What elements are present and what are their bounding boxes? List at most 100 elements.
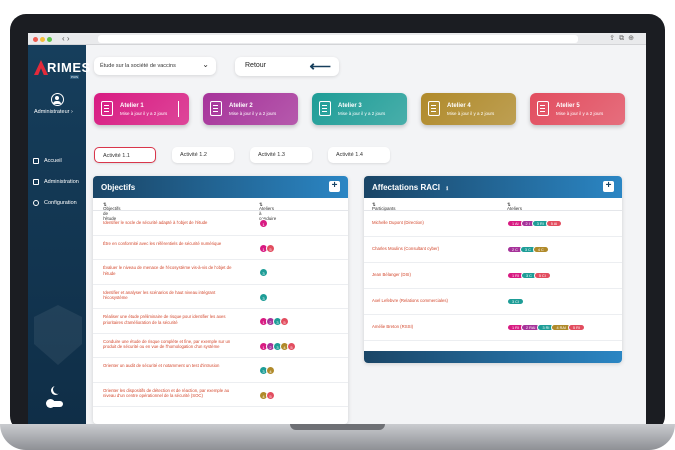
minimize-dot[interactable]	[40, 37, 45, 42]
add-objectif-button[interactable]: +	[329, 181, 340, 192]
back-button-label: Retour	[245, 62, 267, 69]
table-row[interactable]: Être en conformité avec les référentiels…	[93, 236, 348, 260]
sidebar-item-label: Administration	[44, 179, 79, 185]
browser-nav-arrows[interactable]: ‹ ›	[62, 34, 70, 43]
objectifs-column-header: Objectifs de l'étude ⇅ Ateliers à condui…	[93, 198, 348, 221]
atelier-updated: Mise à jour il y a 2 jours	[229, 111, 277, 116]
shield-watermark-icon	[34, 305, 82, 365]
atelier-tag: 1	[259, 219, 268, 228]
logo-mark-icon	[34, 60, 48, 75]
atelier-tags: 15	[259, 243, 275, 253]
objectifs-panel: Objectifs + Objectifs de l'étude ⇅ Ateli…	[93, 176, 348, 424]
atelier-title: Atelier 1	[120, 103, 144, 109]
atelier-card-5[interactable]: Atelier 5 Mise à jour il y a 2 jours	[530, 93, 625, 125]
col-objectifs-etude[interactable]: Objectifs de l'étude ⇅	[103, 202, 121, 221]
participant-name: Jean Bélanger (DSI)	[372, 272, 411, 277]
url-bar[interactable]	[98, 35, 578, 43]
objectifs-title: Objectifs	[101, 183, 136, 192]
raci-column-header: Participants ⇅ Ateliers ⇅	[364, 198, 622, 211]
brand-sub: PUIS	[70, 75, 80, 79]
sidebar-item-label: Configuration	[44, 200, 77, 206]
app-screen: ‹ › ⇪⧉⊕ RIMES PUIS Administrateur › Accu…	[28, 33, 646, 424]
raci-tags: 1 RI 3 C5 CI	[507, 272, 551, 279]
table-row[interactable]: Identifier le socle de sécurité adapté à…	[93, 211, 348, 236]
atelier-card-2[interactable]: Atelier 2 Mise à jour il y a 2 jours	[203, 93, 298, 125]
col-ateliers[interactable]: Ateliers ⇅	[507, 202, 522, 211]
atelier-updated: Mise à jour il y a 2 jours	[338, 111, 386, 116]
atelier-title: Atelier 5	[556, 103, 580, 109]
clipboard-icon	[428, 101, 440, 116]
admin-icon	[33, 179, 39, 185]
user-role-menu[interactable]: Administrateur ›	[34, 109, 73, 115]
tab-activite-1-1[interactable]: Activité 1.1	[94, 147, 156, 163]
theme-toggle[interactable]	[46, 399, 63, 408]
clipboard-icon	[319, 101, 331, 116]
brand-logo[interactable]: RIMES PUIS	[34, 59, 90, 79]
raci-header: Affectations RACI ℹ +	[364, 176, 622, 198]
atelier-tags: 1235	[259, 317, 289, 326]
clipboard-icon	[537, 101, 549, 116]
brand-name: RIMES	[47, 60, 91, 75]
raci-title: Affectations RACI	[372, 183, 441, 192]
info-icon[interactable]: ℹ	[446, 186, 448, 192]
table-row[interactable]: Axel Lefebvre (Relations commerciales) 3 …	[364, 289, 622, 315]
participant-name: Michelle Dupont (Direction)	[372, 220, 424, 225]
sidebar-item-configuration[interactable]: Configuration	[33, 200, 77, 206]
sidebar: RIMES PUIS Administrateur › Accueil Admi…	[28, 45, 90, 424]
tab-activite-1-2[interactable]: Activité 1.2	[172, 147, 234, 163]
study-select-value: Étude sur la société de vaccins	[100, 63, 176, 69]
tab-activite-1-3[interactable]: Activité 1.3	[250, 147, 312, 163]
objectif-text: Orienter un audit de sécurité et notamme…	[103, 363, 220, 368]
maximize-dot[interactable]	[47, 37, 52, 42]
study-select[interactable]: Étude sur la société de vaccins ⌄	[94, 57, 216, 75]
table-row[interactable]: Conduire une étude de risque complète et…	[93, 334, 348, 358]
user-avatar-icon[interactable]	[51, 93, 64, 106]
objectif-text: Évaluer le niveau de menace de l'écosyst…	[103, 265, 232, 276]
table-row[interactable]: Évaluer le niveau de menace de l'écosyst…	[93, 260, 348, 285]
atelier-tags: 45	[259, 390, 275, 400]
atelier-tag: 5	[280, 317, 289, 326]
close-dot[interactable]	[33, 37, 38, 42]
sidebar-item-accueil[interactable]: Accueil	[33, 158, 62, 164]
table-row[interactable]: Identifier et analyser les scénarios de …	[93, 285, 348, 309]
table-row[interactable]: Réaliser une étude préliminaire de risqu…	[93, 309, 348, 334]
table-row[interactable]: Orienter les dispositifs de détection et…	[93, 383, 348, 407]
col-participants[interactable]: Participants ⇅	[372, 202, 396, 211]
raci-tags: 1 AI 2 I3 RI 5 AI	[507, 220, 563, 227]
table-row[interactable]: Charles Moulins (Consultant cyber) 2 C3 C…	[364, 237, 622, 263]
laptop-frame: ‹ › ⇪⧉⊕ RIMES PUIS Administrateur › Accu…	[0, 0, 675, 450]
browser-actions-icon[interactable]: ⇪⧉⊕	[609, 34, 638, 43]
back-button[interactable]: Retour ⟵	[235, 57, 339, 76]
atelier-card-1[interactable]: Atelier 1 Mise à jour il y a 2 jours	[94, 93, 189, 125]
raci-tags: 3 CI	[507, 298, 524, 305]
arrow-left-icon: ⟵	[309, 58, 331, 75]
atelier-tags: 34	[259, 366, 275, 375]
sidebar-item-label: Accueil	[44, 158, 62, 164]
raci-tag: 5 RI	[567, 324, 585, 331]
atelier-tag: 5	[287, 341, 296, 351]
col-ateliers-conduire[interactable]: Ateliers à conduire ⇅	[259, 202, 276, 221]
raci-panel: Affectations RACI ℹ + Participants ⇅ Ate…	[364, 176, 622, 363]
atelier-tag: 5	[266, 243, 275, 253]
table-row[interactable]: Michelle Dupont (Direction) 1 AI 2 I3 RI 5 …	[364, 211, 622, 237]
atelier-title: Atelier 3	[338, 103, 362, 109]
raci-list: Michelle Dupont (Direction) 1 AI 2 I3 RI 5 …	[364, 211, 622, 341]
add-raci-button[interactable]: +	[603, 181, 614, 192]
raci-tag: 5 AI	[545, 220, 563, 227]
atelier-card-3[interactable]: Atelier 3 Mise à jour il y a 2 jours	[312, 93, 407, 125]
table-row[interactable]: Amélie Breton (RSSI) 1 RI 2 RAI 3 RI 4 RAI 5 …	[364, 315, 622, 341]
atelier-tag: 3	[259, 292, 268, 302]
objectif-text: Identifier et analyser les scénarios de …	[103, 289, 216, 301]
raci-tag: 4 C	[532, 246, 549, 253]
moon-icon	[53, 385, 62, 394]
tab-activite-1-4[interactable]: Activité 1.4	[328, 147, 390, 163]
table-row[interactable]: Jean Bélanger (DSI) 1 RI 3 C5 CI	[364, 263, 622, 289]
clipboard-icon	[210, 101, 222, 116]
sidebar-item-administration[interactable]: Administration	[33, 179, 79, 185]
atelier-tag: 5	[266, 390, 275, 400]
atelier-updated: Mise à jour il y a 2 jours	[556, 111, 604, 116]
atelier-tags: 1	[259, 219, 268, 228]
atelier-card-4[interactable]: Atelier 4 Mise à jour il y a 2 jours	[421, 93, 516, 125]
table-row[interactable]: Orienter un audit de sécurité et notamme…	[93, 358, 348, 383]
chevron-down-icon: ⌄	[202, 60, 209, 69]
